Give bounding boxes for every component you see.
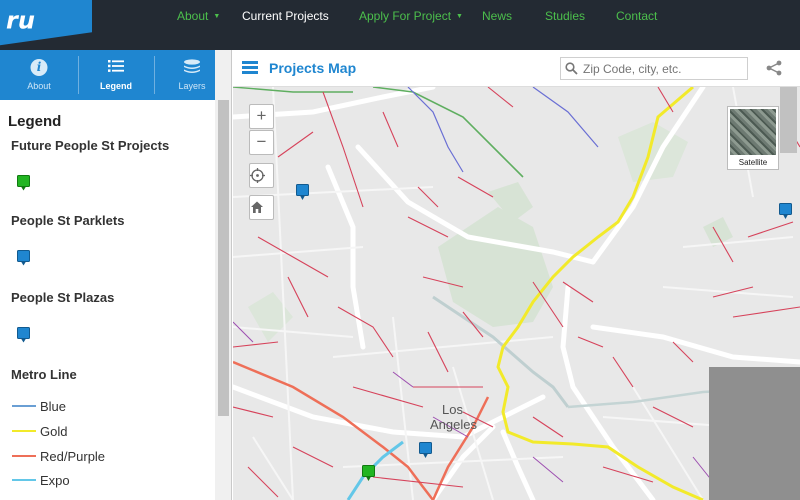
map-city-label: Angeles xyxy=(430,417,477,432)
parklet-pin-icon[interactable] xyxy=(296,184,309,201)
basemap xyxy=(233,87,800,500)
nav-studies[interactable]: Studies xyxy=(545,9,585,23)
metro-legend-row: Blue xyxy=(12,398,67,414)
search-icon xyxy=(565,62,578,75)
future-project-pin-icon xyxy=(17,175,30,191)
nav-contact-label: Contact xyxy=(616,9,658,23)
metro-line-name: Blue xyxy=(40,398,67,414)
hamburger-menu-icon[interactable] xyxy=(242,61,258,74)
metro-legend-row: Gold xyxy=(12,423,68,439)
nav-news[interactable]: News xyxy=(482,9,512,23)
location-search-input[interactable] xyxy=(560,57,748,80)
share-icon[interactable] xyxy=(766,60,782,76)
caret-down-icon: ▼ xyxy=(456,13,463,21)
projects-map[interactable]: Los Angeles + − Satellite xyxy=(233,87,800,500)
metro-line-title: Metro Line xyxy=(11,367,77,382)
nav-current-projects-label: Current Projects xyxy=(242,9,329,23)
satellite-thumbnail xyxy=(730,109,776,155)
logo-text: ru xyxy=(6,6,35,35)
nav-news-label: News xyxy=(482,9,513,23)
tab-about[interactable]: i About xyxy=(3,50,75,100)
metro-legend-row: Expo xyxy=(12,472,70,488)
site-logo[interactable]: ru xyxy=(0,0,92,48)
home-button[interactable] xyxy=(249,195,274,220)
map-title: Projects Map xyxy=(269,60,357,76)
sidebar-panel: i About Legend Layers Legend Future Peop… xyxy=(0,50,232,500)
zoom-out-button[interactable]: − xyxy=(249,130,274,155)
nav-about[interactable]: About ▼ xyxy=(177,9,220,23)
nav-apply-for-project[interactable]: Apply For Project ▼ xyxy=(359,9,463,23)
tab-about-label: About xyxy=(27,81,51,91)
plaza-pin-icon xyxy=(17,327,30,343)
tab-legend-label: Legend xyxy=(99,81,132,91)
tab-divider xyxy=(78,56,79,94)
satellite-label: Satellite xyxy=(738,158,768,167)
metro-legend-row: Red/Purple xyxy=(12,448,106,464)
legend-section-title: Future People St Projects xyxy=(11,138,170,153)
metro-line-name: Red/Purple xyxy=(40,448,106,464)
nav-about-label: About xyxy=(177,9,209,23)
legend-title: Legend xyxy=(8,113,62,130)
locate-button[interactable] xyxy=(249,163,274,188)
tab-divider xyxy=(154,56,155,94)
zoom-in-button[interactable]: + xyxy=(249,104,274,129)
map-city-label: Los xyxy=(442,402,463,417)
tab-legend[interactable]: Legend xyxy=(80,50,152,100)
map-header: Projects Map xyxy=(233,50,800,87)
satellite-toggle[interactable]: Satellite xyxy=(727,106,779,170)
crosshair-icon xyxy=(250,168,265,183)
plaza-pin-icon[interactable] xyxy=(419,442,432,459)
legend-section-title: People St Parklets xyxy=(11,213,125,228)
info-icon: i xyxy=(30,59,48,76)
metro-line-name: Gold xyxy=(40,423,68,439)
future-project-pin-icon[interactable] xyxy=(362,465,375,482)
nav-current-projects[interactable]: Current Projects xyxy=(242,9,329,23)
parklet-pin-icon[interactable] xyxy=(779,203,792,220)
legend-section-title: People St Plazas xyxy=(11,290,115,305)
list-icon xyxy=(108,60,124,72)
metro-line-swatch xyxy=(12,455,36,457)
metro-line-swatch xyxy=(12,430,36,432)
nav-contact[interactable]: Contact xyxy=(616,9,657,23)
sidebar-scroll-thumb[interactable] xyxy=(218,100,229,416)
metro-line-swatch xyxy=(12,405,36,407)
nav-apply-label: Apply For Project xyxy=(359,9,452,23)
top-navbar: ru About ▼ Current Projects Apply For Pro… xyxy=(0,0,800,50)
map-scroll-thumb[interactable] xyxy=(780,87,797,153)
nav-studies-label: Studies xyxy=(545,9,586,23)
caret-down-icon: ▼ xyxy=(213,13,221,21)
metro-line-swatch xyxy=(12,479,36,481)
sidebar-tabs: i About Legend Layers xyxy=(0,50,215,100)
parklet-pin-icon xyxy=(17,250,30,266)
metro-line-name: Expo xyxy=(40,472,70,488)
layers-icon xyxy=(184,59,200,73)
home-icon xyxy=(251,201,263,213)
